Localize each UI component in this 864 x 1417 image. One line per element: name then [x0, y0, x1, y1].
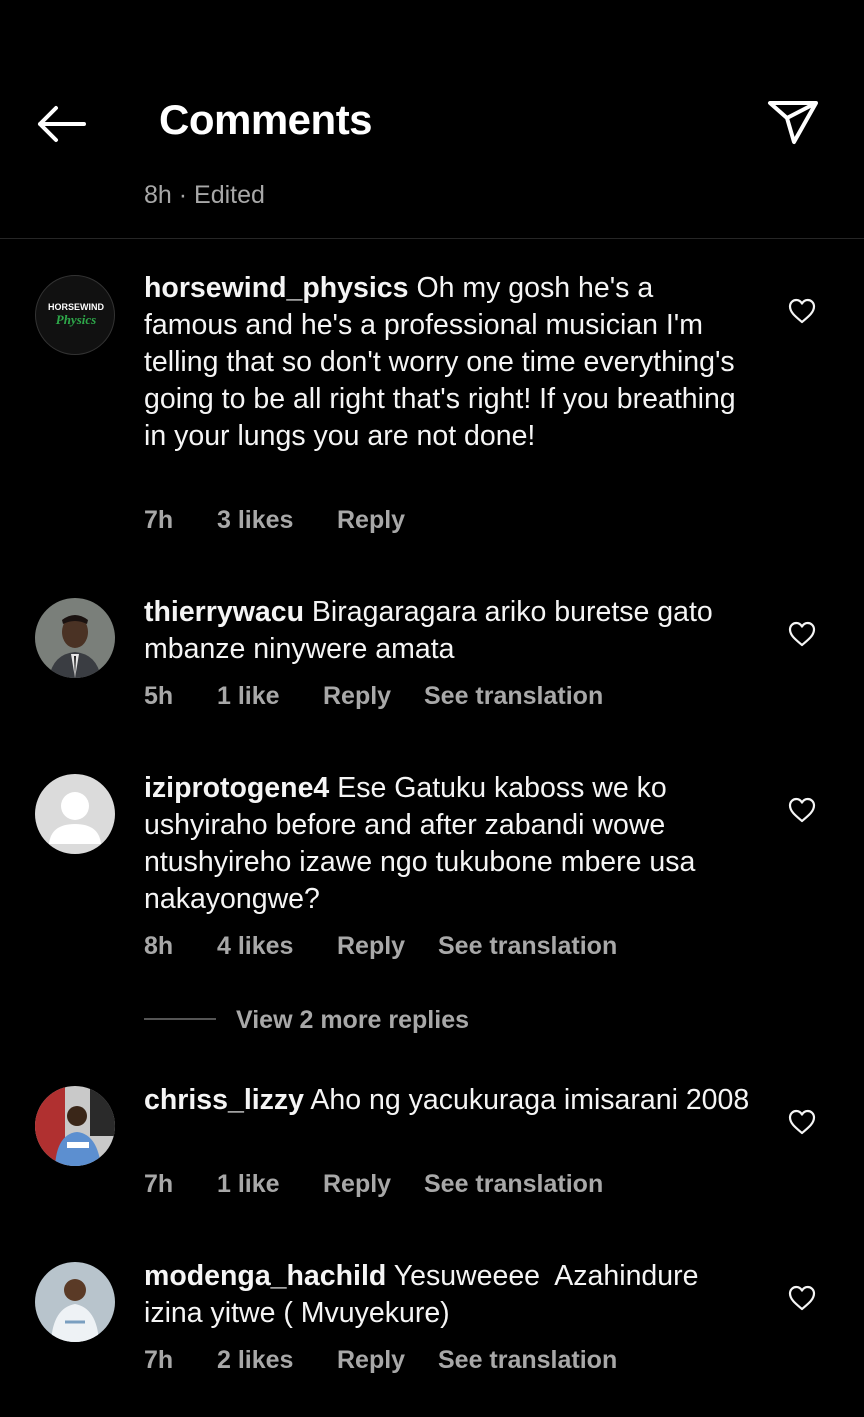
- comment-body: iziprotogene4 Ese Gatuku kaboss we ko us…: [144, 770, 754, 918]
- comment-time: 5h: [144, 682, 174, 710]
- avatar[interactable]: [35, 598, 115, 678]
- reply-button[interactable]: Reply: [323, 682, 391, 711]
- divider: [0, 238, 864, 239]
- heart-icon[interactable]: [788, 1109, 816, 1135]
- heart-icon[interactable]: [788, 797, 816, 823]
- comment-body: modenga_hachild Yesuweeee Azahindure izi…: [144, 1258, 754, 1332]
- comment-username[interactable]: chriss_lizzy: [144, 1084, 304, 1116]
- comment-username[interactable]: modenga_hachild: [144, 1260, 386, 1292]
- avatar-logo-text: HORSEWIND: [48, 302, 105, 312]
- likes-count[interactable]: 3 likes: [217, 506, 293, 535]
- replies-divider-line: [144, 1018, 216, 1020]
- avatar[interactable]: [35, 1086, 115, 1166]
- header: Comments 8h · Edited: [0, 0, 864, 240]
- likes-count[interactable]: 1 like: [217, 1170, 280, 1199]
- see-translation-link[interactable]: See translation: [424, 1170, 603, 1199]
- share-icon[interactable]: [766, 98, 822, 148]
- reply-button[interactable]: Reply: [337, 506, 405, 535]
- avatar[interactable]: [35, 774, 115, 854]
- heart-icon[interactable]: [788, 621, 816, 647]
- reply-button[interactable]: Reply: [337, 932, 405, 961]
- likes-count[interactable]: 4 likes: [217, 932, 293, 961]
- avatar[interactable]: HORSEWIND Physics: [35, 275, 115, 355]
- comment-username[interactable]: thierrywacu: [144, 596, 304, 628]
- view-more-replies-label[interactable]: View 2 more replies: [236, 1006, 469, 1035]
- comment-time: 8h: [144, 932, 174, 960]
- comment-username[interactable]: iziprotogene4: [144, 772, 329, 804]
- comment-time: 7h: [144, 506, 174, 534]
- heart-icon[interactable]: [788, 298, 816, 324]
- avatar-logo-subtext: Physics: [56, 312, 96, 327]
- avatar[interactable]: [35, 1262, 115, 1342]
- heart-icon[interactable]: [788, 1285, 816, 1311]
- see-translation-link[interactable]: See translation: [438, 1346, 617, 1375]
- comment-text: Aho ng yacukuraga imisarani 2008: [310, 1084, 750, 1116]
- reply-button[interactable]: Reply: [337, 1346, 405, 1375]
- comment-username[interactable]: horsewind_physics: [144, 272, 409, 304]
- likes-count[interactable]: 1 like: [217, 682, 280, 711]
- see-translation-link[interactable]: See translation: [438, 932, 617, 961]
- comment-body: chriss_lizzy Aho ng yacukuraga imisarani…: [144, 1082, 754, 1119]
- back-arrow-icon[interactable]: [34, 102, 90, 146]
- comment-body: thierrywacu Biragaragara ariko buretse g…: [144, 594, 754, 668]
- likes-count[interactable]: 2 likes: [217, 1346, 293, 1375]
- comment-time: 7h: [144, 1170, 174, 1198]
- post-meta: 8h · Edited: [144, 181, 265, 209]
- page-title: Comments: [159, 96, 373, 143]
- comment-time: 7h: [144, 1346, 174, 1374]
- see-translation-link[interactable]: See translation: [424, 682, 603, 711]
- comment-body: horsewind_physics Oh my gosh he's a famo…: [144, 270, 754, 455]
- reply-button[interactable]: Reply: [323, 1170, 391, 1199]
